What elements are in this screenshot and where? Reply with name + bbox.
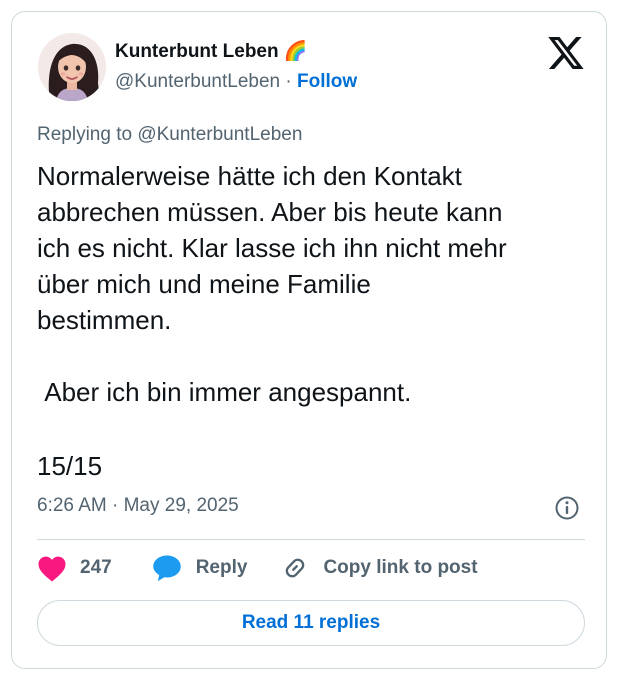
follow-button[interactable]: Follow bbox=[297, 71, 357, 92]
read-replies-button[interactable]: Read 11 replies bbox=[37, 600, 585, 646]
link-icon bbox=[286, 558, 305, 578]
author-avatar[interactable] bbox=[38, 33, 106, 101]
speech-bubble-icon bbox=[152, 555, 181, 582]
handle-separator: · bbox=[285, 71, 292, 92]
replying-to-label: Replying to @KunterbuntLeben bbox=[37, 124, 303, 145]
info-icon[interactable] bbox=[554, 495, 580, 521]
avatar-illustration bbox=[38, 33, 106, 101]
thread-counter: 15/15 bbox=[37, 451, 103, 481]
reply-label: Reply bbox=[195, 557, 248, 578]
post-text: Normalerweise hätte ich den Kontakt abbr… bbox=[37, 161, 507, 407]
reply-action[interactable]: Reply bbox=[152, 554, 248, 582]
info-glyph bbox=[555, 496, 579, 520]
author-name[interactable]: Kunterbunt Leben 🌈 bbox=[115, 39, 308, 63]
x-logo-glyph bbox=[548, 37, 584, 69]
author-handle[interactable]: @KunterbuntLeben bbox=[115, 71, 280, 92]
like-action[interactable]: 247 bbox=[37, 555, 112, 582]
copy-link-action[interactable]: Copy link to post bbox=[281, 554, 478, 582]
divider bbox=[37, 539, 585, 540]
heart-icon bbox=[38, 556, 66, 582]
copy-link-label: Copy link to post bbox=[323, 557, 478, 578]
post-timestamp[interactable]: 6:26 AM · May 29, 2025 bbox=[37, 495, 239, 517]
like-count: 247 bbox=[80, 557, 112, 578]
action-bar: 247 Reply Copy link to post bbox=[37, 553, 478, 583]
x-logo-icon[interactable] bbox=[548, 37, 584, 69]
embedded-post-card: Kunterbunt Leben 🌈 @KunterbuntLeben · Fo… bbox=[11, 11, 607, 669]
handle-row: @KunterbuntLeben · Follow bbox=[115, 71, 357, 93]
